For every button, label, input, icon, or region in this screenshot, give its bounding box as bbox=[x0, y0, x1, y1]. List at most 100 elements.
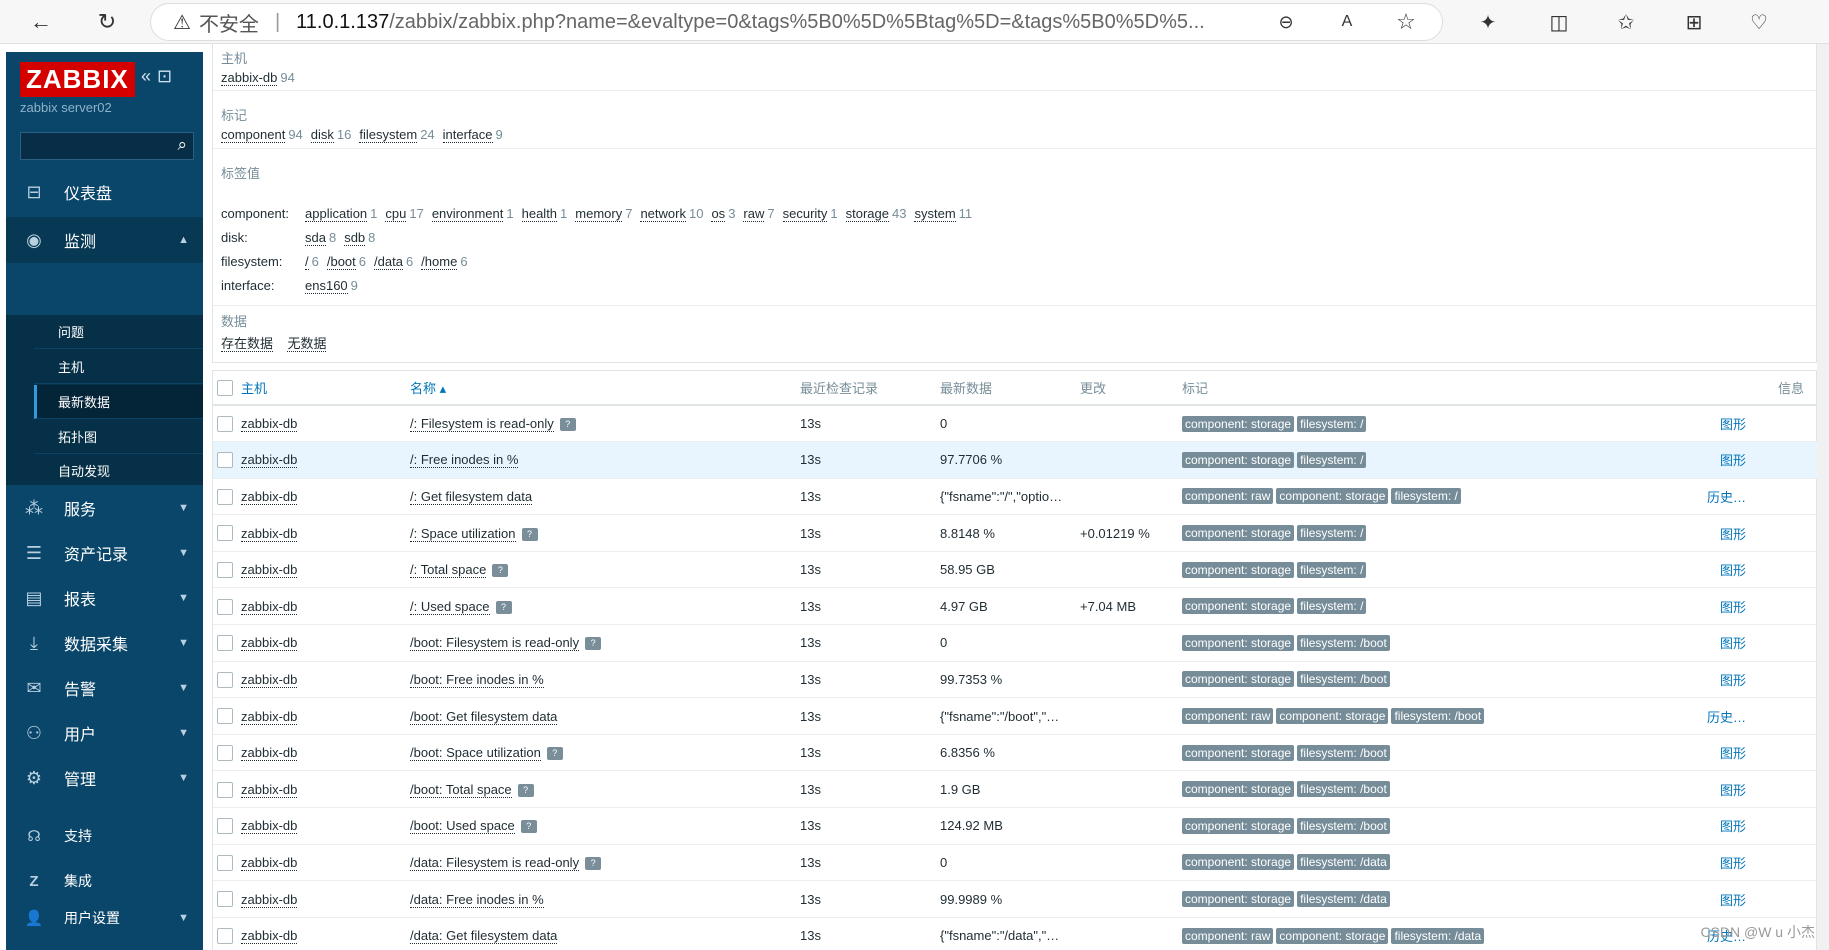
tag-badge[interactable]: component: raw bbox=[1182, 927, 1274, 944]
row-checkbox[interactable] bbox=[217, 525, 233, 542]
tag-badge[interactable]: filesystem: /data bbox=[1297, 854, 1390, 871]
row-checkbox[interactable] bbox=[217, 891, 233, 908]
tag-badge[interactable]: component: storage bbox=[1276, 927, 1389, 944]
select-all-checkbox[interactable] bbox=[217, 379, 233, 396]
description-icon[interactable]: ? bbox=[492, 564, 509, 578]
row-host-link[interactable]: zabbix-db bbox=[241, 854, 298, 871]
nav-administration[interactable]: ⚙ 管理 ▼ bbox=[6, 758, 203, 798]
row-checkbox[interactable] bbox=[217, 708, 233, 725]
table-row[interactable]: zabbix-db /boot: Used space? 13s 124.92 … bbox=[213, 807, 1818, 845]
row-item-name[interactable]: /: Space utilization bbox=[410, 525, 516, 542]
row-item-name[interactable]: /: Total space bbox=[410, 562, 487, 579]
row-graph-link[interactable]: 图形 bbox=[1720, 856, 1746, 871]
tagval-link[interactable]: network bbox=[640, 206, 686, 222]
table-row[interactable]: zabbix-db /boot: Get filesystem data 13s… bbox=[213, 697, 1818, 735]
row-checkbox[interactable] bbox=[217, 598, 233, 615]
nav-inventory[interactable]: ☰ 资产记录 ▼ bbox=[6, 533, 203, 573]
table-row[interactable]: zabbix-db /: Free inodes in % 13s 97.770… bbox=[213, 441, 1818, 479]
tagval-link[interactable]: cpu bbox=[385, 206, 407, 222]
row-host-link[interactable]: zabbix-db bbox=[241, 891, 298, 908]
row-checkbox[interactable] bbox=[217, 671, 233, 688]
row-checkbox[interactable] bbox=[217, 744, 233, 761]
row-graph-link[interactable]: 历史… bbox=[1707, 490, 1746, 505]
tag-badge[interactable]: component: raw bbox=[1182, 708, 1274, 725]
row-checkbox[interactable] bbox=[217, 927, 233, 944]
address-bar[interactable]: ⚠ 不安全 | 11.0.1.137/zabbix/zabbix.php?nam… bbox=[150, 3, 1443, 41]
tag-badge[interactable]: component: storage bbox=[1182, 744, 1295, 761]
tag-badge[interactable]: filesystem: / bbox=[1297, 525, 1367, 542]
row-host-link[interactable]: zabbix-db bbox=[241, 416, 298, 433]
row-item-name[interactable]: /boot: Space utilization bbox=[410, 745, 541, 762]
tag-badge[interactable]: component: storage bbox=[1182, 891, 1295, 908]
row-graph-link[interactable]: 历史… bbox=[1707, 710, 1746, 725]
table-row[interactable]: zabbix-db /: Total space? 13s 58.95 GB c… bbox=[213, 551, 1818, 589]
favorites-list-icon[interactable]: ✩ bbox=[1612, 8, 1640, 36]
row-graph-link[interactable]: 图形 bbox=[1720, 417, 1746, 432]
nav-user-settings[interactable]: 👤 用户设置 ▼ bbox=[6, 898, 203, 938]
row-item-name[interactable]: /boot: Free inodes in % bbox=[410, 671, 544, 688]
tag-badge[interactable]: filesystem: /data bbox=[1297, 891, 1390, 908]
tagval-link[interactable]: system bbox=[914, 206, 956, 222]
row-item-name[interactable]: /: Get filesystem data bbox=[410, 488, 533, 505]
filter-tag-link[interactable]: component bbox=[221, 127, 286, 143]
zabbix-logo[interactable]: ZABBIX bbox=[20, 62, 135, 97]
tagval-link[interactable]: raw bbox=[743, 206, 765, 222]
tag-badge[interactable]: component: storage bbox=[1182, 854, 1295, 871]
filter-data-without[interactable]: 无数据 bbox=[287, 336, 327, 352]
tagval-link[interactable]: environment bbox=[431, 206, 504, 222]
row-checkbox[interactable] bbox=[217, 415, 233, 432]
row-graph-link[interactable]: 图形 bbox=[1720, 527, 1746, 542]
nav-alerts[interactable]: ✉ 告警 ▼ bbox=[6, 668, 203, 708]
row-graph-link[interactable]: 图形 bbox=[1720, 600, 1746, 615]
description-icon[interactable]: ? bbox=[585, 637, 602, 651]
row-host-link[interactable]: zabbix-db bbox=[241, 525, 298, 542]
row-graph-link[interactable]: 图形 bbox=[1720, 673, 1746, 688]
table-row[interactable]: zabbix-db /boot: Free inodes in % 13s 99… bbox=[213, 661, 1818, 699]
table-row[interactable]: zabbix-db /data: Filesystem is read-only… bbox=[213, 844, 1818, 882]
nav-users[interactable]: ⚇ 用户 ▼ bbox=[6, 713, 203, 753]
filter-tag-link[interactable]: interface bbox=[442, 127, 493, 143]
row-host-link[interactable]: zabbix-db bbox=[241, 452, 298, 469]
row-checkbox[interactable] bbox=[217, 781, 233, 798]
tag-badge[interactable]: component: raw bbox=[1182, 488, 1274, 505]
tag-badge[interactable]: component: storage bbox=[1182, 598, 1295, 615]
table-row[interactable]: zabbix-db /: Filesystem is read-only? 13… bbox=[213, 405, 1818, 443]
tagval-link[interactable]: ens160 bbox=[305, 278, 348, 294]
row-item-name[interactable]: /boot: Get filesystem data bbox=[410, 708, 558, 725]
row-item-name[interactable]: /: Free inodes in % bbox=[410, 452, 519, 469]
filter-tag-link[interactable]: disk bbox=[310, 127, 334, 143]
collapse-sidebar-icon[interactable]: «⊡ bbox=[141, 66, 178, 87]
description-icon[interactable]: ? bbox=[495, 600, 512, 614]
nav-integrations[interactable]: Z 集成 bbox=[6, 861, 203, 901]
row-host-link[interactable]: zabbix-db bbox=[241, 598, 298, 615]
row-graph-link[interactable]: 图形 bbox=[1720, 783, 1746, 798]
row-checkbox[interactable] bbox=[217, 854, 233, 871]
tagval-link[interactable]: /home bbox=[421, 254, 458, 270]
tag-badge[interactable]: component: storage bbox=[1182, 817, 1295, 834]
submenu-problems[interactable]: 问题 bbox=[34, 315, 203, 349]
read-aloud-icon[interactable]: A bbox=[1333, 8, 1361, 36]
url-text[interactable]: 11.0.1.137/zabbix/zabbix.php?name=&evalt… bbox=[296, 11, 1256, 34]
tag-badge[interactable]: component: storage bbox=[1182, 561, 1295, 578]
row-item-name[interactable]: /: Used space bbox=[410, 598, 490, 615]
tag-badge[interactable]: filesystem: /boot bbox=[1297, 817, 1390, 834]
row-graph-link[interactable]: 图形 bbox=[1720, 746, 1746, 761]
tagval-link[interactable]: sdb bbox=[344, 230, 366, 246]
tag-badge[interactable]: filesystem: /boot bbox=[1297, 671, 1390, 688]
description-icon[interactable]: ? bbox=[521, 527, 538, 541]
nav-reports[interactable]: ▤ 报表 ▼ bbox=[6, 578, 203, 618]
submenu-hosts[interactable]: 主机 bbox=[34, 350, 203, 384]
row-checkbox[interactable] bbox=[217, 488, 233, 505]
tagval-link[interactable]: security bbox=[782, 206, 828, 222]
description-icon[interactable]: ? bbox=[520, 820, 537, 834]
header-host[interactable]: 主机 bbox=[241, 371, 410, 406]
row-graph-link[interactable]: 图形 bbox=[1720, 819, 1746, 834]
row-host-link[interactable]: zabbix-db bbox=[241, 928, 298, 945]
row-host-link[interactable]: zabbix-db bbox=[241, 635, 298, 652]
nav-dashboard[interactable]: ⊟ 仪表盘 bbox=[6, 172, 203, 212]
table-row[interactable]: zabbix-db /: Get filesystem data 13s {"f… bbox=[213, 478, 1818, 516]
row-host-link[interactable]: zabbix-db bbox=[241, 671, 298, 688]
nav-services[interactable]: ⁂ 服务 ▼ bbox=[6, 488, 203, 528]
row-item-name[interactable]: /data: Get filesystem data bbox=[410, 928, 558, 945]
tag-badge[interactable]: component: storage bbox=[1276, 708, 1389, 725]
